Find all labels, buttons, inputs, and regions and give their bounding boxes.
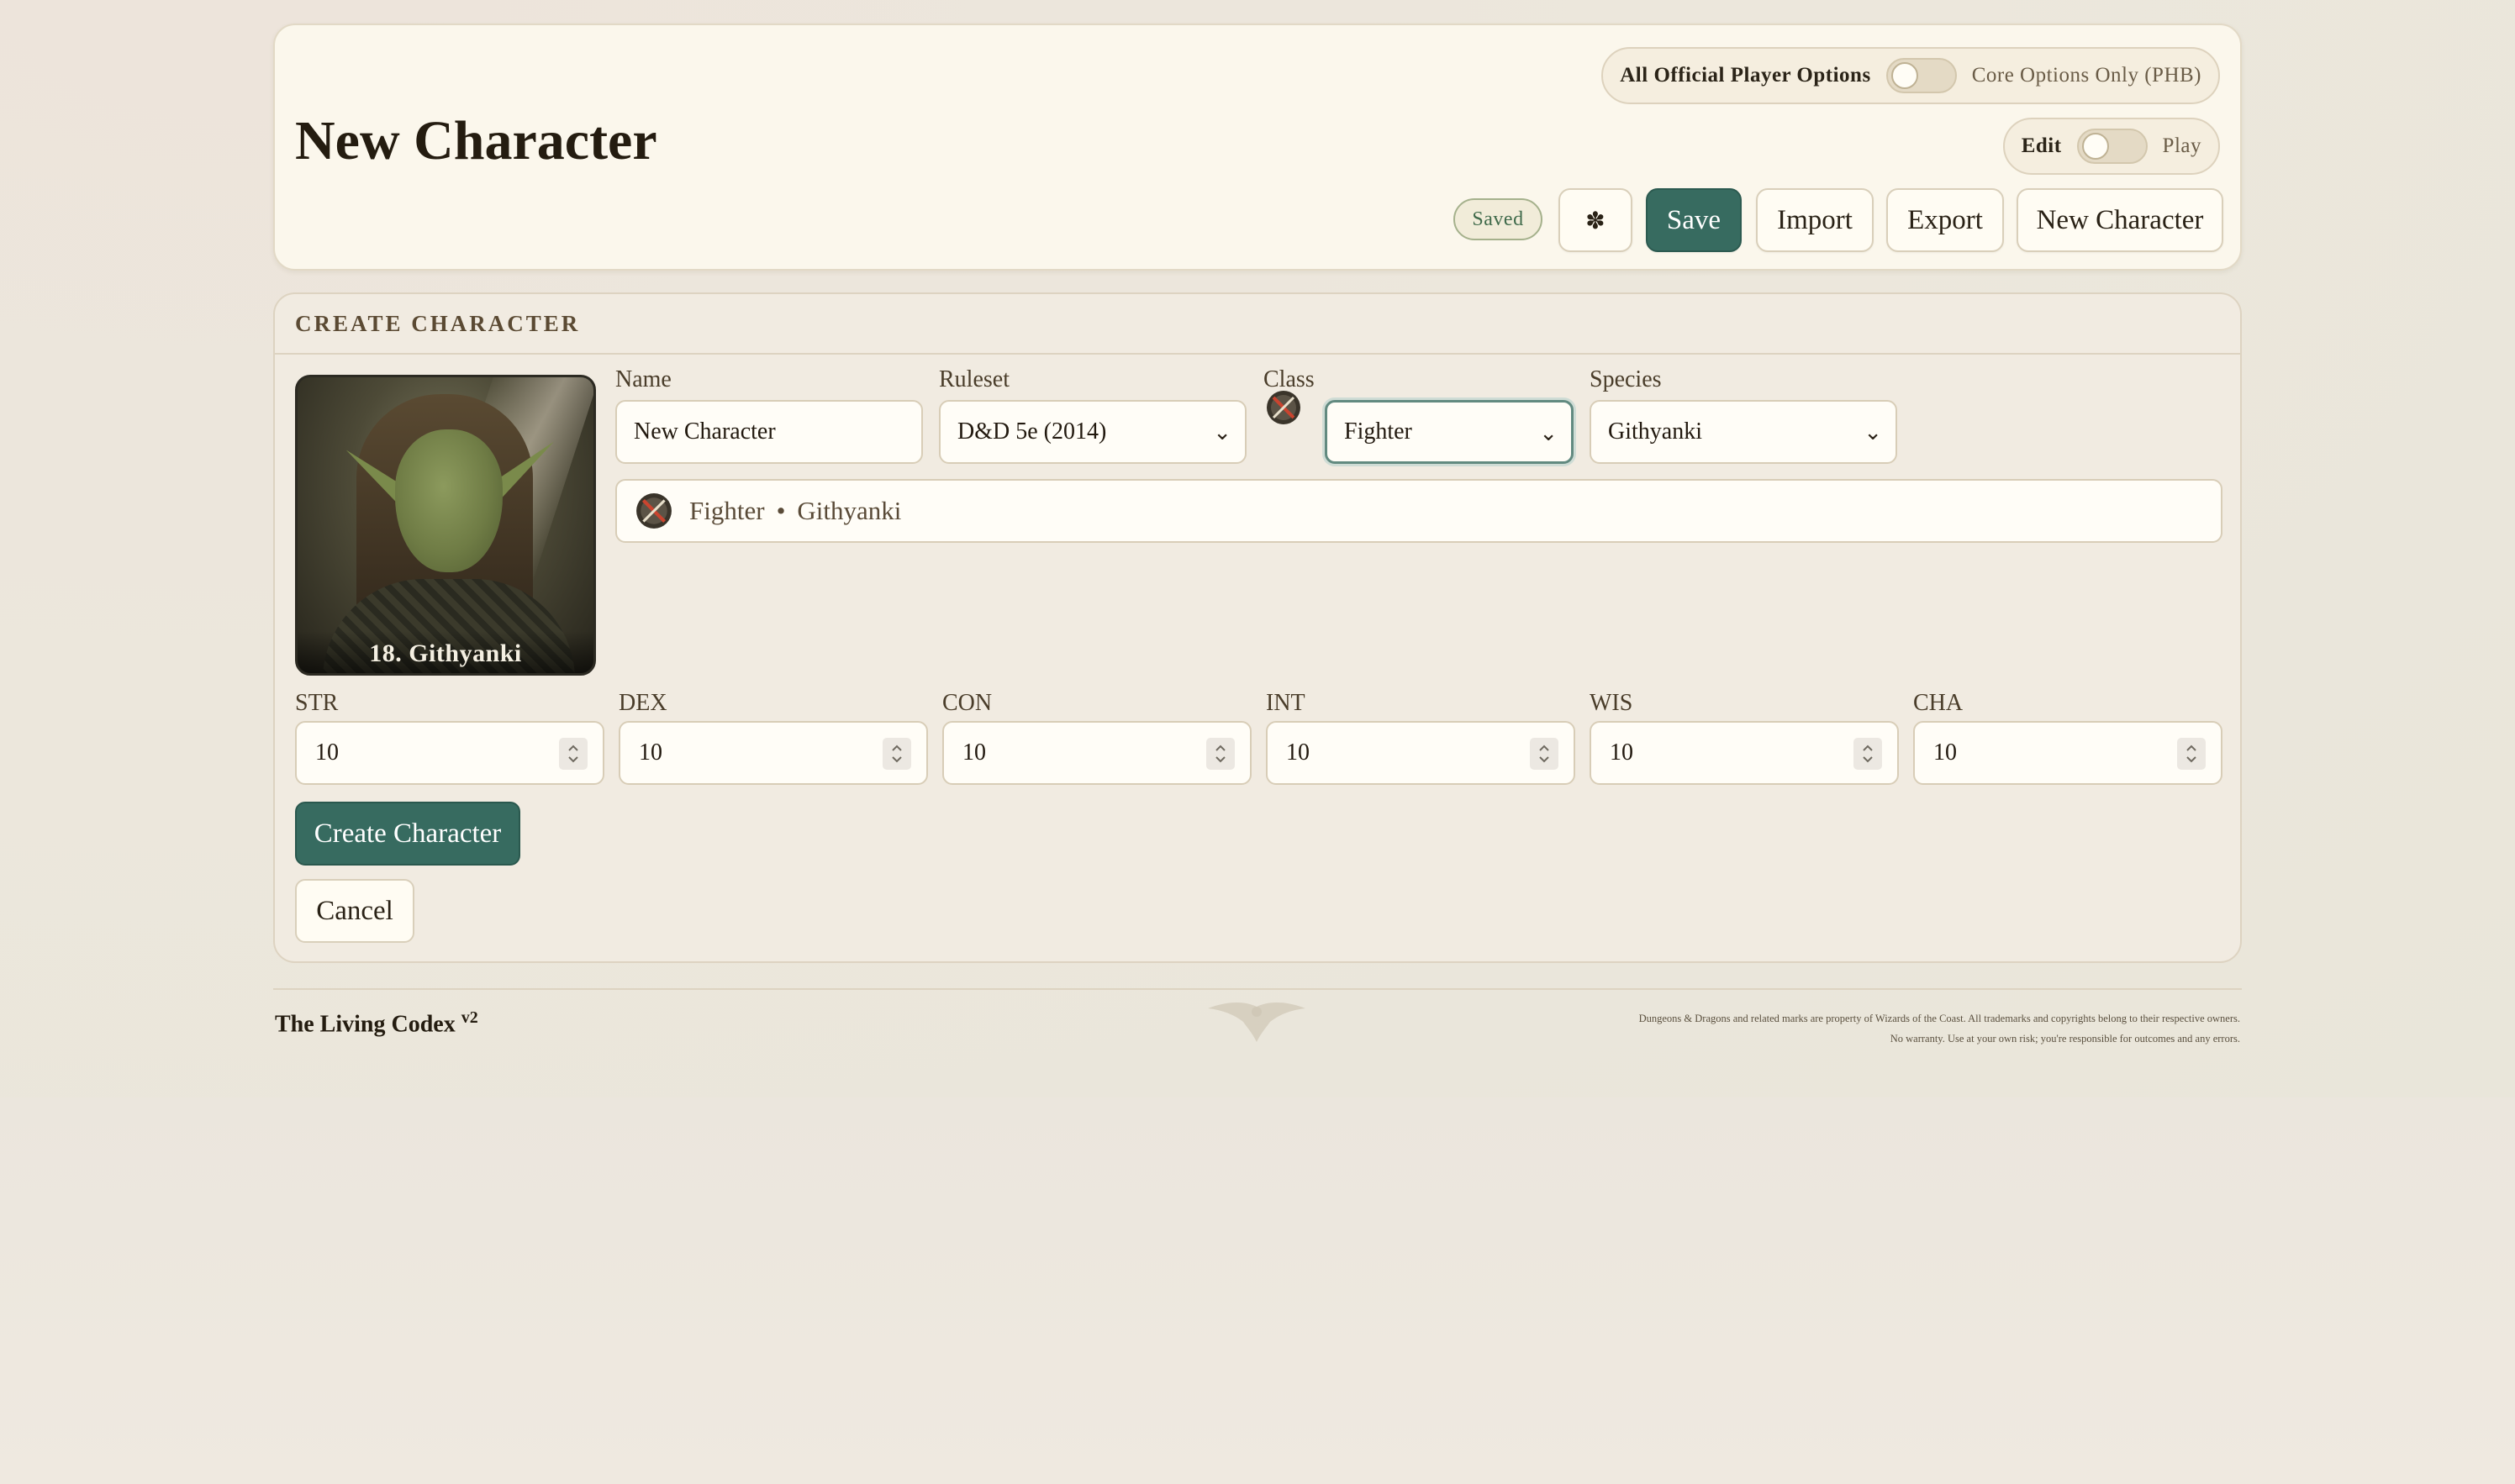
chevron-down-icon: ⌄: [1864, 420, 1882, 445]
stat-input-dex[interactable]: 10: [619, 721, 928, 785]
cancel-button[interactable]: Cancel: [295, 879, 414, 943]
stepper-icon[interactable]: [1206, 738, 1235, 770]
stepper-icon[interactable]: [559, 738, 588, 770]
legal-line: No warranty. Use at your own risk; you'r…: [1890, 1033, 2240, 1045]
stat-value: 10: [1610, 739, 1633, 766]
legal-notice: Dungeons & Dragons and related marks are…: [1639, 1008, 2240, 1049]
portrait-face: [395, 429, 503, 572]
mode-toggle-switch[interactable]: [2076, 129, 2148, 164]
stat-label-dex: DEX: [619, 690, 667, 716]
ruleset-value: D&D 5e (2014): [957, 418, 1107, 445]
species-select[interactable]: Githyanki ⌄: [1590, 400, 1897, 464]
toggle-knob: [1890, 62, 1918, 89]
summary-class: Fighter: [689, 496, 765, 525]
stat-label-str: STR: [295, 690, 339, 716]
header-card: New Character All Official Player Option…: [273, 24, 2242, 271]
name-input[interactable]: New Character: [615, 400, 923, 464]
legal-line: Dungeons & Dragons and related marks are…: [1638, 1013, 2240, 1024]
chevron-down-icon: ⌄: [1213, 420, 1231, 445]
brand-version: v2: [461, 1008, 478, 1027]
stat-value: 10: [1286, 739, 1310, 766]
brand-name: The Living Codex: [275, 1011, 456, 1038]
mode-toggle-play-label: Play: [2162, 134, 2201, 157]
options-toggle-group: All Official Player Options Core Options…: [1601, 47, 2220, 104]
stat-value: 10: [639, 739, 662, 766]
ruleset-select[interactable]: D&D 5e (2014) ⌄: [939, 400, 1247, 464]
class-select[interactable]: Fighter ⌄: [1325, 400, 1574, 464]
stepper-icon[interactable]: [1530, 738, 1558, 770]
stat-label-cha: CHA: [1913, 690, 1964, 716]
settings-button[interactable]: ✽: [1558, 188, 1632, 252]
name-label: Name: [615, 366, 672, 392]
footer: The Living Codex v2 Dungeons & Dragons a…: [273, 988, 2242, 1064]
character-summary-bar: Fighter • Githyanki: [615, 479, 2222, 543]
name-value: New Character: [634, 418, 776, 445]
page-background-lower: [0, 1097, 2515, 1484]
options-toggle-switch[interactable]: [1885, 58, 1957, 93]
ruleset-label: Ruleset: [939, 366, 1010, 392]
gear-icon: ✽: [1585, 206, 1605, 234]
new-character-button[interactable]: New Character: [2017, 188, 2223, 252]
character-portrait[interactable]: 18. Githyanki: [295, 375, 596, 676]
stat-label-int: INT: [1266, 690, 1305, 716]
fighter-class-icon: [1267, 391, 1300, 424]
stat-input-cha[interactable]: 10: [1913, 721, 2222, 785]
export-button[interactable]: Export: [1886, 188, 2004, 252]
portrait-caption: 18. Githyanki: [298, 631, 593, 673]
mode-toggle-edit-label: Edit: [2021, 134, 2062, 157]
stat-value: 10: [1933, 739, 1957, 766]
fighter-class-icon: [636, 493, 672, 529]
saved-status-badge: Saved: [1453, 198, 1542, 240]
stat-input-wis[interactable]: 10: [1590, 721, 1899, 785]
stepper-icon[interactable]: [883, 738, 911, 770]
stat-input-int[interactable]: 10: [1266, 721, 1575, 785]
create-character-button[interactable]: Create Character: [295, 802, 520, 866]
options-toggle-left-label: All Official Player Options: [1620, 64, 1871, 87]
stepper-icon[interactable]: [1853, 738, 1882, 770]
options-toggle-right-label: Core Options Only (PHB): [1971, 64, 2201, 87]
class-value: Fighter: [1344, 418, 1412, 445]
section-title: CREATE CHARACTER: [275, 294, 2240, 355]
stat-input-con[interactable]: 10: [942, 721, 1252, 785]
create-character-card: CREATE CHARACTER 18. Githyanki Name New …: [273, 292, 2242, 963]
mode-toggle-group: Edit Play: [2002, 118, 2220, 175]
stepper-icon[interactable]: [2177, 738, 2206, 770]
stat-value: 10: [315, 739, 339, 766]
toggle-knob: [2081, 133, 2109, 160]
import-button[interactable]: Import: [1756, 188, 1874, 252]
stat-value: 10: [962, 739, 986, 766]
species-label: Species: [1590, 366, 1662, 392]
stat-label-wis: WIS: [1590, 690, 1633, 716]
stat-label-con: CON: [942, 690, 993, 716]
summary-separator: •: [776, 496, 786, 525]
save-button[interactable]: Save: [1646, 188, 1742, 252]
species-value: Githyanki: [1608, 418, 1702, 445]
chevron-down-icon: ⌄: [1539, 421, 1558, 446]
eagle-emblem-icon: [1208, 1002, 1305, 1042]
stat-input-str[interactable]: 10: [295, 721, 604, 785]
summary-species: Githyanki: [797, 496, 902, 525]
page-title: New Character: [295, 110, 657, 171]
footer-brand: The Living Codex v2: [275, 1008, 478, 1038]
app-container: New Character All Official Player Option…: [273, 24, 2242, 1064]
